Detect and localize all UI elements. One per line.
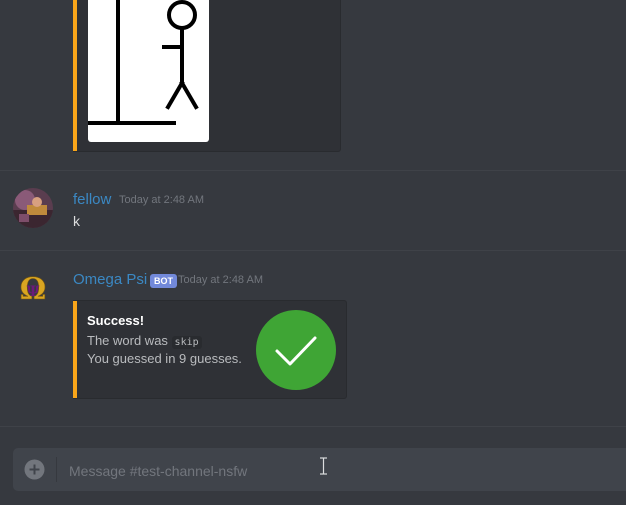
message-divider (0, 170, 626, 171)
text-cursor-icon (319, 457, 328, 480)
svg-text:Ψ: Ψ (27, 284, 40, 300)
hangman-image[interactable] (86, 0, 209, 142)
success-embed: Success! The word was skip You guessed i… (73, 300, 347, 399)
checkmark-icon[interactable] (256, 310, 336, 390)
embed-guesses-line: You guessed in 9 guesses. (87, 351, 242, 366)
embed-title: Success! (87, 313, 145, 328)
username[interactable]: fellow (73, 191, 111, 208)
embed-word-code: skip (171, 336, 202, 349)
username[interactable]: Omega Psi (73, 271, 147, 288)
message-divider (0, 426, 626, 427)
hangman-embed (73, 0, 341, 152)
message-divider (0, 250, 626, 251)
composer-separator (56, 457, 57, 482)
bot-badge: BOT (150, 274, 177, 288)
upload-plus-icon[interactable] (24, 459, 45, 480)
timestamp: Today at 2:48 AM (178, 274, 263, 286)
embed-word-prefix: The word was (87, 333, 168, 348)
omega-psi-avatar[interactable]: Ω Ψ (13, 268, 53, 308)
message-text: k (73, 213, 80, 229)
timestamp: Today at 2:48 AM (119, 194, 204, 206)
embed-word-line: The word was skip (87, 333, 202, 349)
avatar[interactable] (13, 188, 53, 228)
message-input[interactable] (67, 448, 611, 493)
